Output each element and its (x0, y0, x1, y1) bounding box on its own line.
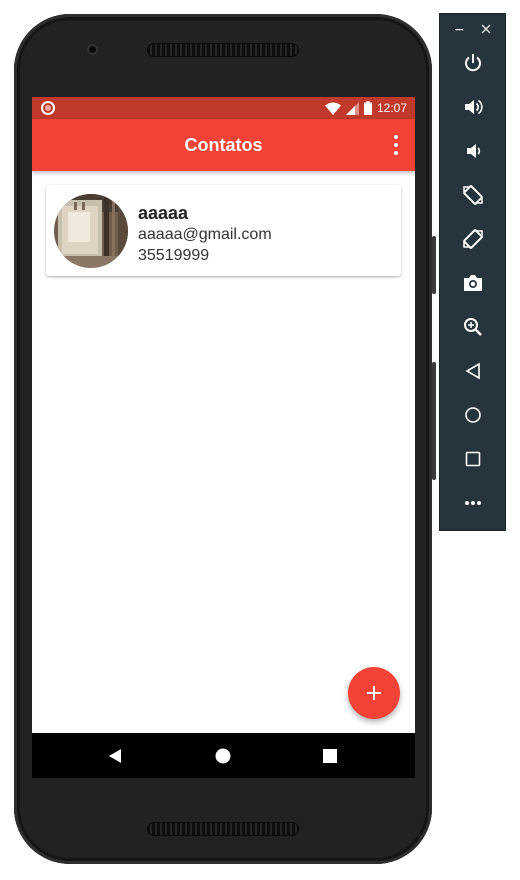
side-power-button[interactable] (432, 236, 436, 294)
add-icon (367, 686, 381, 700)
bottom-speaker (147, 822, 299, 836)
power-icon[interactable] (440, 41, 505, 85)
contact-card[interactable]: aaaaa aaaaa@gmail.com 35519999 (46, 185, 401, 276)
volume-up-icon[interactable] (440, 85, 505, 129)
camera-icon[interactable] (440, 261, 505, 305)
add-contact-button[interactable] (348, 667, 400, 719)
status-indicators: 12:07 (324, 100, 407, 116)
signal-icon (345, 101, 359, 115)
nav-bar (32, 733, 415, 778)
home-icon[interactable] (440, 393, 505, 437)
contact-phone: 35519999 (138, 247, 210, 264)
more-icon[interactable] (440, 481, 505, 525)
app-bar: Contatos (32, 119, 415, 171)
home-icon (215, 748, 231, 763)
app-title: Contatos (184, 135, 263, 155)
nav-recents-button[interactable] (300, 733, 360, 778)
notification-dot-icon (41, 101, 55, 115)
volume-down-icon[interactable] (440, 129, 505, 173)
rotate-right-icon[interactable] (440, 217, 505, 261)
back-icon (109, 748, 121, 763)
contact-info: aaaaa aaaaa@gmail.com 35519999 (138, 202, 272, 266)
phone-screen: 12:07 Contatos aaaaa aaaaa@gmail.com 355… (32, 97, 415, 778)
side-volume-button[interactable] (432, 362, 436, 480)
recents-icon (323, 748, 337, 763)
contact-avatar (54, 194, 128, 268)
rotate-left-icon[interactable] (440, 173, 505, 217)
emulator-toolbar (440, 14, 505, 530)
battery-icon (363, 101, 372, 115)
wifi-icon (324, 102, 341, 115)
top-speaker (147, 43, 299, 57)
status-bar: 12:07 (32, 97, 415, 119)
contact-list: aaaaa aaaaa@gmail.com 35519999 (32, 171, 415, 733)
front-camera (87, 44, 98, 55)
contact-name: aaaaa (138, 203, 189, 223)
zoom-icon[interactable] (440, 305, 505, 349)
nav-back-button[interactable] (85, 733, 145, 778)
minimize-icon[interactable] (451, 21, 467, 37)
back-icon[interactable] (440, 349, 505, 393)
more-vert-icon[interactable] (391, 135, 401, 155)
overview-icon[interactable] (440, 437, 505, 481)
status-time: 12:07 (376, 101, 407, 115)
nav-home-button[interactable] (193, 733, 253, 778)
contact-email: aaaaa@gmail.com (138, 226, 272, 243)
close-icon[interactable] (478, 21, 494, 37)
